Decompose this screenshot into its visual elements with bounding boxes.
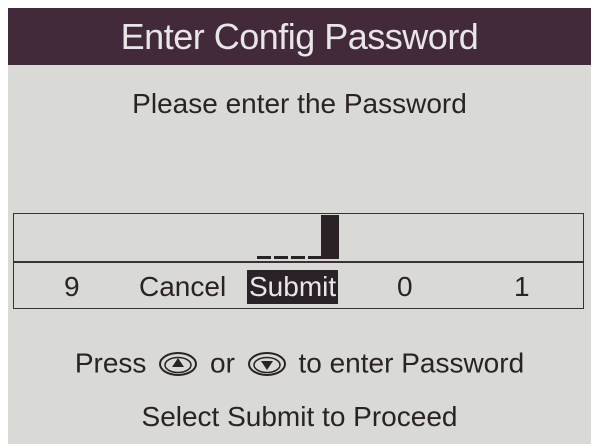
footer-hint: Select Submit to Proceed [141, 401, 458, 432]
option-0[interactable]: 0 [397, 270, 413, 304]
instruction-or: or [210, 347, 235, 379]
digit-slot [291, 256, 305, 259]
option-selector: 9 Cancel Submit 0 1 [14, 264, 583, 308]
password-entry-box: 9 Cancel Submit 0 1 [13, 213, 584, 309]
page-title: Enter Config Password [8, 8, 591, 65]
option-9[interactable]: 9 [64, 270, 80, 304]
password-field[interactable] [14, 214, 583, 262]
device-screen: Enter Config Password Please enter the P… [8, 8, 591, 444]
input-cursor [321, 215, 339, 259]
navigation-instruction: Press or to enter Password [8, 346, 591, 380]
submit-button[interactable]: Submit [247, 270, 339, 304]
option-1[interactable]: 1 [514, 270, 530, 304]
password-prompt: Please enter the Password [132, 88, 467, 119]
digit-slot [274, 256, 288, 259]
instruction-press: Press [74, 347, 147, 379]
divider [14, 261, 583, 263]
digit-slot [257, 256, 271, 259]
down-arrow-button-icon [247, 351, 286, 376]
up-arrow-button-icon [159, 351, 198, 376]
cancel-button[interactable]: Cancel [139, 270, 226, 304]
digit-slot [308, 256, 322, 259]
instruction-rest: to enter Password [298, 347, 525, 379]
